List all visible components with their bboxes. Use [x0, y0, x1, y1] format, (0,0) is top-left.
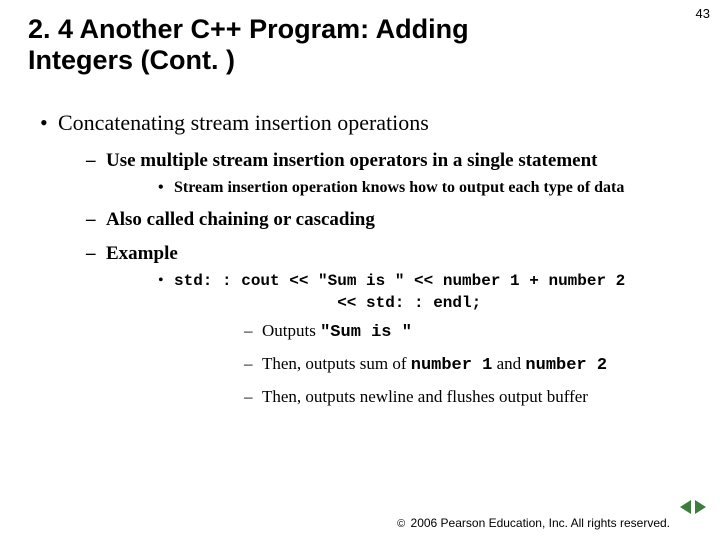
- bullet-l4-outputs-sumis: Outputs "Sum is ": [178, 320, 696, 345]
- text-pre: Outputs: [262, 321, 320, 340]
- text: Example: [106, 243, 178, 264]
- bullet-l1-text: Concatenating stream insertion operation…: [58, 110, 429, 135]
- nav-arrows: [680, 500, 706, 514]
- code-example: std: : cout << "Sum is " << number 1 + n…: [110, 270, 696, 409]
- prev-slide-icon[interactable]: [680, 500, 691, 514]
- text: Stream insertion operation knows how to …: [174, 179, 624, 196]
- text: Then, outputs newline and flushes output…: [262, 387, 588, 406]
- bullet-l4-outputs-sum: Then, outputs sum of number 1 and number…: [178, 353, 696, 378]
- copyright-text: 2006 Pearson Education, Inc. All rights …: [411, 516, 670, 530]
- bullet-l1: Concatenating stream insertion operation…: [36, 108, 696, 409]
- bullet-l4-newline-flush: Then, outputs newline and flushes output…: [178, 386, 696, 409]
- text-pre: Then, outputs sum of: [262, 354, 411, 373]
- slide: 43 2. 4 Another C++ Program: Adding Inte…: [0, 0, 720, 540]
- text-m1: number 1: [411, 356, 493, 375]
- page-number: 43: [696, 6, 710, 21]
- text-m2: number 2: [525, 356, 607, 375]
- text: Also called chaining or cascading: [106, 209, 375, 230]
- bullet-l2-use-multiple: Use multiple stream insertion operators …: [62, 148, 696, 199]
- copyright-icon: ©: [397, 518, 405, 530]
- bullet-l2-chaining: Also called chaining or cascading: [62, 207, 696, 233]
- slide-content: Concatenating stream insertion operation…: [36, 108, 696, 417]
- code-line-2: << std: : endl;: [174, 293, 696, 315]
- copyright-footer: © 2006 Pearson Education, Inc. All right…: [397, 516, 670, 530]
- bullet-l2-example: Example std: : cout << "Sum is " << numb…: [62, 241, 696, 410]
- text: Use multiple stream insertion operators …: [106, 150, 597, 171]
- next-slide-icon[interactable]: [695, 500, 706, 514]
- slide-title: 2. 4 Another C++ Program: Adding Integer…: [28, 14, 558, 76]
- text-mid: and: [492, 354, 525, 373]
- bullet-l3-stream-knows: Stream insertion operation knows how to …: [110, 177, 696, 199]
- text-mono: "Sum is ": [320, 323, 412, 342]
- code-line-1: std: : cout << "Sum is " << number 1 + n…: [174, 272, 625, 290]
